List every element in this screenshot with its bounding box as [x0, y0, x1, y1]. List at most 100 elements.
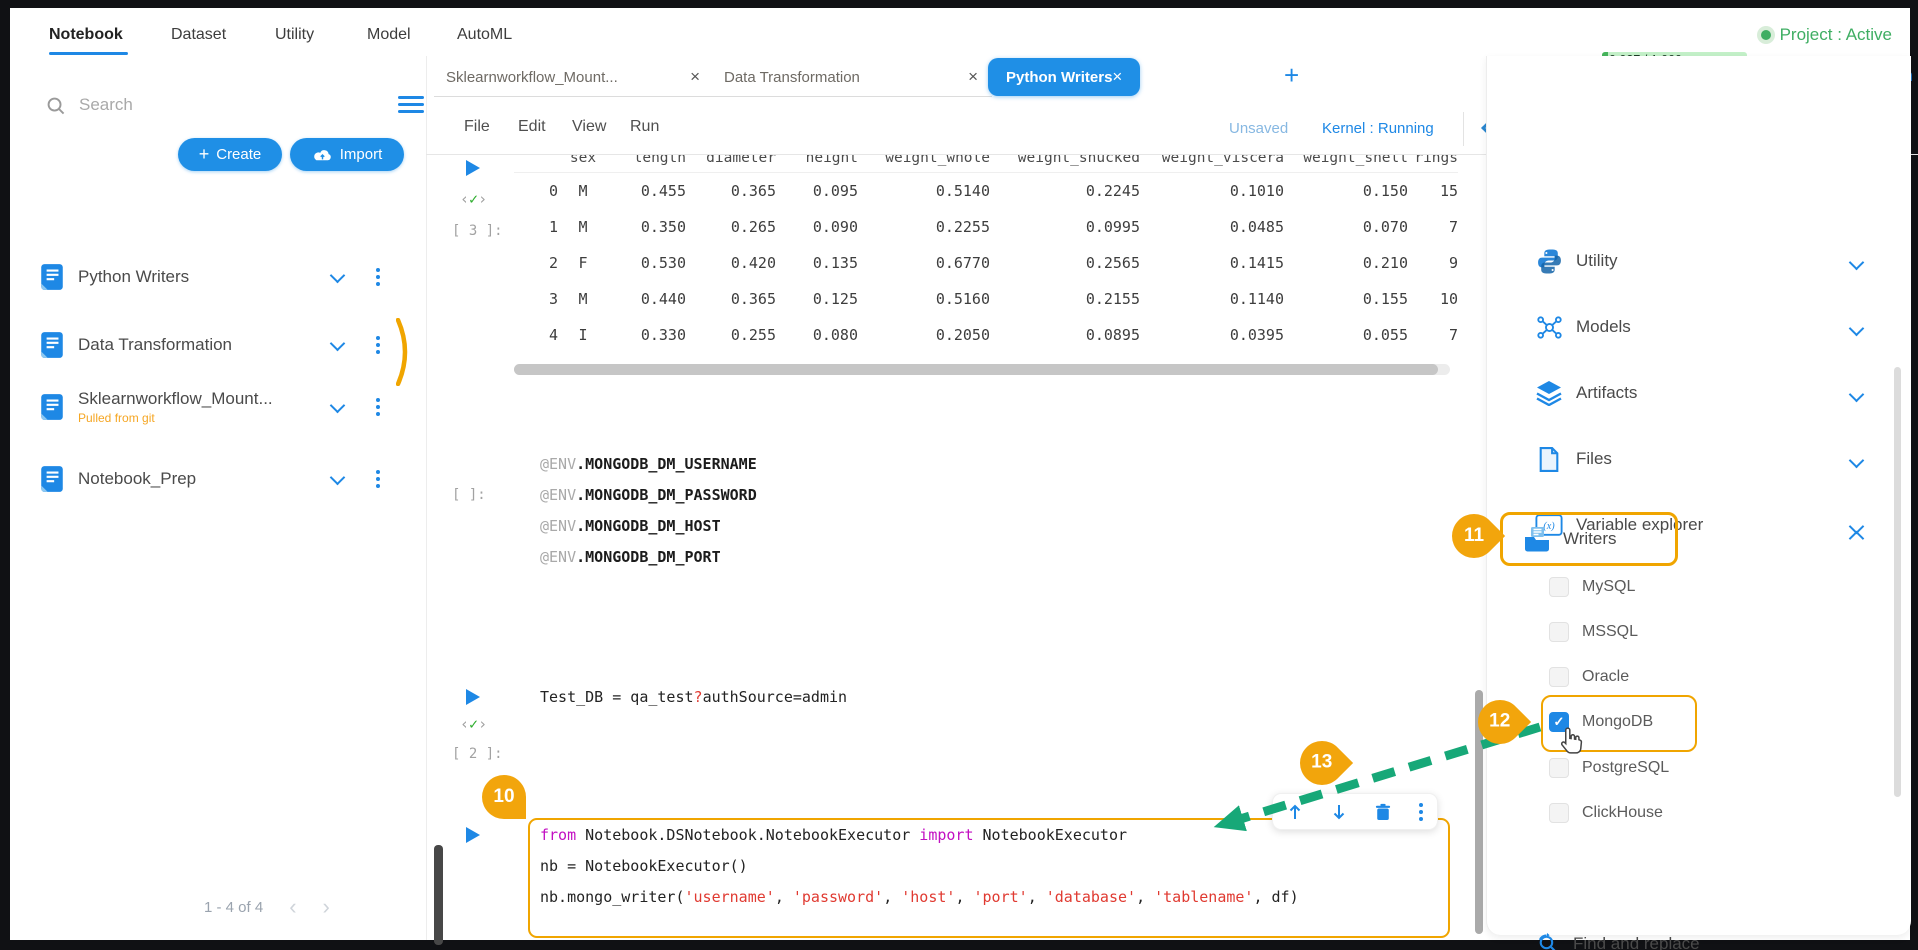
- table-cell: 0.530: [640, 254, 686, 272]
- code-line[interactable]: from Notebook.DSNotebook.NotebookExecuto…: [540, 826, 1127, 844]
- nav-item-dataset[interactable]: Dataset: [171, 26, 226, 44]
- create-button[interactable]: + Create: [178, 138, 282, 171]
- page-prev-icon[interactable]: ‹: [289, 896, 296, 918]
- code-line[interactable]: @ENV.MONGODB_DM_PORT: [540, 548, 721, 566]
- more-options-icon[interactable]: [376, 265, 380, 289]
- notebook-name: Data Transformation: [78, 335, 233, 354]
- sidebar-item-data-transformation[interactable]: Data Transformation: [40, 320, 400, 370]
- chevron-down-icon[interactable]: [1848, 386, 1865, 405]
- table-cell: 0.2565: [1085, 254, 1140, 272]
- import-button-label: Import: [339, 146, 383, 163]
- chevron-down-icon[interactable]: [1848, 320, 1865, 339]
- unchecked-checkbox-icon[interactable]: [1549, 622, 1569, 642]
- nav-item-notebook[interactable]: Notebook: [49, 26, 123, 44]
- sidebar-menu-icon[interactable]: [398, 92, 424, 117]
- close-icon[interactable]: ×: [1112, 67, 1122, 87]
- sidebar-item-notebook-prep[interactable]: Notebook_Prep: [40, 454, 400, 504]
- close-icon[interactable]: ×: [968, 67, 978, 87]
- unchecked-checkbox-icon[interactable]: [1549, 758, 1569, 778]
- code-line[interactable]: nb.mongo_writer('username', 'password', …: [540, 888, 1299, 906]
- more-options-icon[interactable]: [376, 395, 380, 419]
- move-cell-up-icon[interactable]: [1287, 803, 1303, 821]
- delete-cell-icon[interactable]: [1375, 803, 1391, 821]
- run-table-cell-icon[interactable]: [466, 160, 480, 176]
- cell-success-indicator-2: ‹✓›: [460, 715, 488, 733]
- annotation-step-10: 10: [482, 775, 526, 819]
- table-hscrollbar-thumb[interactable]: [514, 364, 1438, 375]
- search-input[interactable]: [77, 94, 331, 116]
- table-cell: 7: [1448, 218, 1458, 236]
- more-options-icon[interactable]: [376, 467, 380, 491]
- table-cell: 0.2255: [935, 218, 990, 236]
- nav-item-utility[interactable]: Utility: [275, 26, 314, 44]
- page-next-icon[interactable]: ›: [323, 896, 330, 918]
- close-icon[interactable]: ×: [690, 67, 700, 87]
- panel-item-label: Writers: [1563, 529, 1617, 548]
- tab-label: Sklearnworkflow_Mount...: [446, 68, 618, 86]
- panel-item-find-and-replace[interactable]: Find and replace: [1535, 931, 1700, 950]
- nav-item-automl[interactable]: AutoML: [457, 26, 512, 44]
- more-options-icon[interactable]: [376, 333, 380, 357]
- git-highlight-bracket: [396, 318, 408, 386]
- code-line[interactable]: @ENV.MONGODB_DM_HOST: [540, 517, 721, 535]
- code-line[interactable]: nb = NotebookExecutor(): [540, 857, 748, 875]
- menu-view[interactable]: View: [572, 118, 606, 136]
- run-writer-cell-icon[interactable]: [466, 827, 480, 843]
- writer-option-mysql[interactable]: MySQL: [1549, 572, 1635, 602]
- table-cell: 0.455: [640, 182, 686, 200]
- mongodb-highlight-box: [1541, 695, 1697, 752]
- tab-python-writers[interactable]: Python Writers ×: [988, 58, 1141, 96]
- table-cell: 0.6770: [935, 254, 990, 272]
- table-cell: 9: [1448, 254, 1458, 272]
- code-line[interactable]: @ENV.MONGODB_DM_PASSWORD: [540, 486, 757, 504]
- chevron-down-icon[interactable]: [1848, 452, 1865, 471]
- writer-option-postgresql[interactable]: PostgreSQL: [1549, 753, 1669, 783]
- notebook-left-scrollbar[interactable]: [434, 845, 443, 945]
- unchecked-checkbox-icon[interactable]: [1549, 577, 1569, 597]
- unchecked-checkbox-icon[interactable]: [1549, 667, 1569, 687]
- table-hscrollbar-track: [514, 364, 1450, 375]
- chevron-up-icon[interactable]: [1848, 530, 1865, 549]
- menu-edit[interactable]: Edit: [518, 118, 546, 136]
- table-cell: 0.2245: [1085, 182, 1140, 200]
- chevron-down-icon[interactable]: [329, 335, 346, 354]
- chevron-down-icon[interactable]: [1848, 254, 1865, 273]
- new-tab-button[interactable]: +: [1284, 62, 1299, 88]
- panel-item-label: Artifacts: [1576, 383, 1638, 402]
- execution-count: [ 3 ]:: [452, 223, 503, 239]
- writer-option-clickhouse[interactable]: ClickHouse: [1549, 798, 1663, 828]
- search-row: [46, 94, 424, 116]
- table-cell: 0.095: [812, 182, 858, 200]
- panel-item-models[interactable]: Models: [1535, 301, 1631, 353]
- table-cell: 0.2155: [1085, 290, 1140, 308]
- notebook-sublabel: Pulled from git: [78, 411, 155, 425]
- nav-item-model[interactable]: Model: [367, 26, 411, 44]
- menu-file[interactable]: File: [464, 118, 490, 136]
- panel-scrollbar[interactable]: [1894, 367, 1901, 797]
- chevron-down-icon[interactable]: [329, 267, 346, 286]
- chevron-down-icon[interactable]: [329, 469, 346, 488]
- sidebar-item-sklearnworkflow-mount[interactable]: Sklearnworkflow_Mount... Pulled from git: [40, 382, 400, 432]
- sidebar-item-python-writers[interactable]: Python Writers: [40, 252, 400, 302]
- code-line[interactable]: Test_DB = qa_test?authSource=admin: [540, 688, 847, 706]
- panel-item-label: Files: [1576, 449, 1612, 468]
- execution-count-2: [ 2 ]:: [452, 746, 503, 762]
- panel-item-utility[interactable]: Utility: [1535, 235, 1618, 287]
- chevron-down-icon[interactable]: [329, 397, 346, 416]
- import-button[interactable]: Import: [290, 138, 404, 171]
- panel-item-files[interactable]: Files: [1535, 433, 1612, 485]
- panel-item-writers[interactable]: Writers: [1500, 512, 1678, 566]
- tab-data-transformation[interactable]: Data Transformation ×: [712, 58, 992, 97]
- menu-run[interactable]: Run: [630, 118, 659, 136]
- create-button-label: Create: [216, 146, 262, 163]
- cell-more-options-icon[interactable]: [1419, 800, 1423, 824]
- move-cell-down-icon[interactable]: [1331, 803, 1347, 821]
- unchecked-checkbox-icon[interactable]: [1549, 803, 1569, 823]
- find-replace-chevron-icon[interactable]: [1848, 943, 1865, 950]
- panel-item-artifacts[interactable]: Artifacts: [1535, 367, 1637, 419]
- writer-option-oracle[interactable]: Oracle: [1549, 662, 1629, 692]
- writer-option-mssql[interactable]: MSSQL: [1549, 617, 1638, 647]
- run-db-cell-icon[interactable]: [466, 689, 480, 705]
- tab-sklearnworkflow-mount[interactable]: Sklearnworkflow_Mount... ×: [434, 58, 714, 97]
- code-line[interactable]: @ENV.MONGODB_DM_USERNAME: [540, 455, 757, 473]
